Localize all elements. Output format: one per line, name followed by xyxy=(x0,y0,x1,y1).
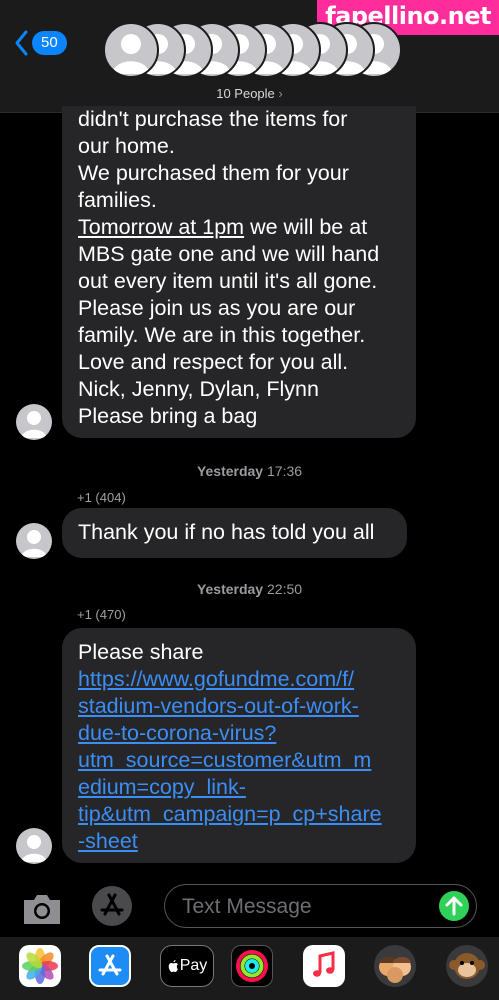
message-input-placeholder: Text Message xyxy=(182,895,312,918)
sender-avatar[interactable] xyxy=(16,523,52,559)
gofundme-link[interactable]: tip&utm_campaign=p_cp+share xyxy=(78,801,400,828)
date-link[interactable]: Tomorrow at 1pm xyxy=(78,215,244,239)
sender-name: +1 (404) xyxy=(77,490,126,505)
activity-rings-icon xyxy=(236,950,268,982)
photos-icon xyxy=(22,948,58,984)
memoji-icon xyxy=(379,957,411,983)
person-icon xyxy=(112,34,150,74)
group-avatars[interactable] xyxy=(103,22,403,78)
app-store-icon xyxy=(98,954,122,976)
message-text: MBS gate one and we will hand xyxy=(78,242,380,266)
person-icon xyxy=(21,411,47,438)
message-input[interactable]: Text Message xyxy=(164,884,477,928)
gofundme-link[interactable]: https://www.gofundme.com/f/ xyxy=(78,666,400,693)
message-text: Thank you if no has told you all xyxy=(78,520,375,544)
apple-pay-label: Pay xyxy=(179,957,208,974)
message-text: out every item until it's all gone. xyxy=(78,269,378,293)
apps-button[interactable] xyxy=(92,886,132,926)
message-bubble[interactable]: didn't purchase the items for our home. … xyxy=(62,106,416,438)
app-drawer: Pay xyxy=(0,937,499,1000)
photos-app-button[interactable] xyxy=(19,945,61,987)
send-button[interactable] xyxy=(439,891,469,921)
message-text: Nick, Jenny, Dylan, Flynn xyxy=(78,377,319,401)
music-note-icon xyxy=(313,951,335,977)
unread-count-badge: 50 xyxy=(32,31,67,55)
activity-app-button[interactable] xyxy=(231,945,273,987)
gofundme-link[interactable]: -sheet xyxy=(78,828,400,855)
app-store-app-button[interactable] xyxy=(89,945,131,987)
music-app-button[interactable] xyxy=(303,945,345,987)
chevron-right-icon: › xyxy=(278,86,283,101)
sender-avatar[interactable] xyxy=(16,404,52,440)
message-text: our home. xyxy=(78,134,175,158)
timestamp: Yesterday 22:50 xyxy=(196,581,303,597)
back-button[interactable]: 50 xyxy=(14,30,67,56)
apple-logo-icon xyxy=(168,960,178,972)
message-text: families. xyxy=(78,188,157,212)
message-text: Love and respect for you all. xyxy=(78,350,349,374)
message-text: Tomorrow at 1pm we will be at xyxy=(78,215,368,239)
chevron-left-icon xyxy=(15,30,28,56)
gofundme-link[interactable]: stadium-vendors-out-of-work- xyxy=(78,693,400,720)
animoji-app-button[interactable] xyxy=(446,945,488,987)
people-count-label[interactable]: 10 People › xyxy=(0,86,499,101)
message-text: We purchased them for your xyxy=(78,161,349,185)
gofundme-link[interactable]: edium=copy_link- xyxy=(78,774,400,801)
message-text: Please bring a bag xyxy=(78,404,258,428)
message-text: didn't purchase the items for xyxy=(78,107,348,131)
person-icon xyxy=(21,530,47,557)
message-bubble[interactable]: Thank you if no has told you all xyxy=(62,508,407,558)
app-store-icon xyxy=(100,893,124,916)
camera-icon[interactable] xyxy=(20,888,64,928)
message-text: Please share xyxy=(78,640,204,664)
memoji-app-button[interactable] xyxy=(374,945,416,987)
timestamp: Yesterday 17:36 xyxy=(196,463,303,479)
sender-avatar[interactable] xyxy=(16,828,52,864)
monkey-icon xyxy=(449,953,485,979)
group-member-avatar xyxy=(103,22,159,78)
arrow-up-icon xyxy=(445,896,463,916)
message-bubble[interactable]: Please share https://www.gofundme.com/f/… xyxy=(62,628,416,863)
gofundme-link[interactable]: utm_source=customer&utm_m xyxy=(78,747,400,774)
sender-name: +1 (470) xyxy=(77,607,126,622)
message-text: Please join us as you are our xyxy=(78,296,356,320)
apple-pay-app-button[interactable]: Pay xyxy=(160,945,214,987)
person-icon xyxy=(21,835,47,862)
message-text: family. We are in this together. xyxy=(78,323,366,347)
gofundme-link[interactable]: due-to-corona-virus? xyxy=(78,720,400,747)
